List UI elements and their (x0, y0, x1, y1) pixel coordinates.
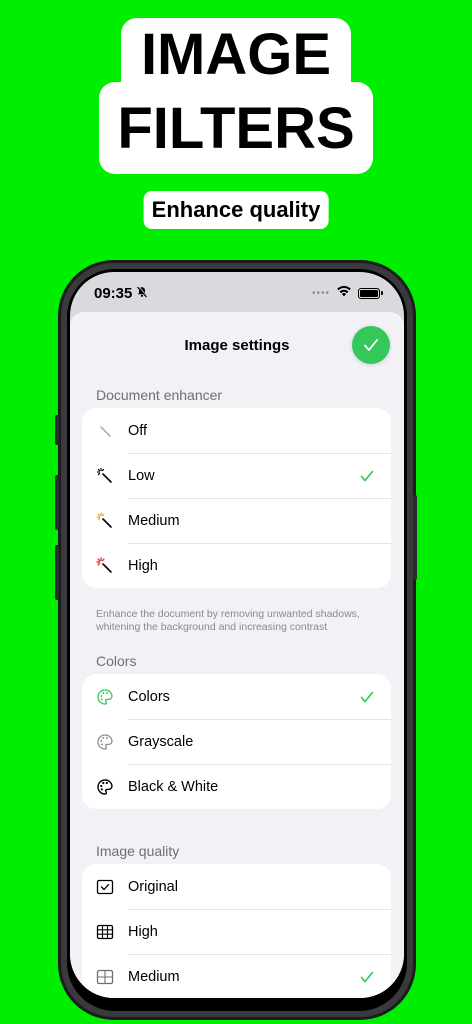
magic-wand-medium-icon (82, 512, 128, 530)
status-bar: 09:35 •••• (70, 272, 404, 314)
bell-slash-icon (136, 285, 148, 301)
color-option-grayscale[interactable]: Grayscale (82, 719, 391, 764)
quality-option-label: Medium (128, 968, 180, 985)
enhancer-option-label: Low (128, 467, 155, 484)
volume-up-button (55, 475, 59, 530)
done-button[interactable] (352, 326, 390, 364)
checkbox-square-icon (82, 878, 128, 896)
color-option-black-white[interactable]: Black & White (82, 764, 391, 809)
checkmark-icon (364, 339, 378, 351)
image-settings-sheet: Image settings Document enhancer Off Low (70, 312, 404, 998)
quality-option-medium[interactable]: Medium (82, 954, 391, 998)
checkmark-icon (359, 468, 375, 484)
enhancer-option-off[interactable]: Off (82, 408, 391, 453)
colors-group: Colors Grayscale Black & White (82, 674, 391, 809)
power-button (413, 495, 417, 580)
enhancer-footnote: Enhance the document by removing unwante… (96, 608, 360, 633)
wifi-icon (336, 284, 352, 302)
quality-option-high[interactable]: High (82, 909, 391, 954)
grid-fine-icon (82, 923, 128, 941)
enhancer-option-label: Off (128, 422, 148, 439)
quality-option-original[interactable]: Original (82, 864, 391, 909)
enhancer-option-medium[interactable]: Medium (82, 498, 391, 543)
quality-option-label: High (128, 923, 158, 940)
enhancer-option-high[interactable]: High (82, 543, 391, 588)
color-option-label: Grayscale (128, 733, 194, 750)
promo-headline: IMAGE FILTERS (0, 18, 472, 174)
document-enhancer-group: Off Low Medium High (82, 408, 391, 588)
enhancer-option-label: Medium (128, 512, 180, 529)
color-option-label: Colors (128, 688, 170, 705)
palette-color-icon (82, 688, 128, 706)
volume-down-button (55, 545, 59, 600)
promo-subtitle: Enhance quality (143, 191, 329, 229)
section-header-colors: Colors (96, 653, 137, 669)
battery-icon (358, 287, 383, 299)
magic-wand-high-icon (82, 556, 128, 575)
color-option-label: Black & White (128, 778, 219, 795)
checkmark-icon (359, 969, 375, 985)
enhancer-option-label: High (128, 557, 158, 574)
headline-line-2: FILTERS (99, 82, 373, 174)
signal-dots-icon: •••• (311, 287, 330, 299)
magic-wand-low-icon (82, 467, 128, 485)
color-option-colors[interactable]: Colors (82, 674, 391, 719)
image-quality-group: Original High Medium (82, 864, 391, 998)
section-header-image-quality: Image quality (96, 843, 180, 859)
palette-gray-icon (82, 733, 128, 751)
status-time: 09:35 (94, 284, 133, 302)
status-right: •••• (311, 284, 383, 302)
mute-switch (55, 415, 59, 445)
palette-bw-icon (82, 778, 128, 796)
headline-line-1: IMAGE (120, 18, 352, 87)
quality-option-label: Original (128, 878, 178, 895)
checkmark-icon (359, 689, 375, 705)
grid-coarse-icon (82, 968, 128, 986)
section-header-document-enhancer: Document enhancer (96, 387, 223, 403)
phone-screen: 09:35 •••• Image settings Document enhan… (70, 272, 404, 998)
enhancer-option-low[interactable]: Low (82, 453, 391, 498)
magic-wand-off-icon (82, 422, 128, 440)
